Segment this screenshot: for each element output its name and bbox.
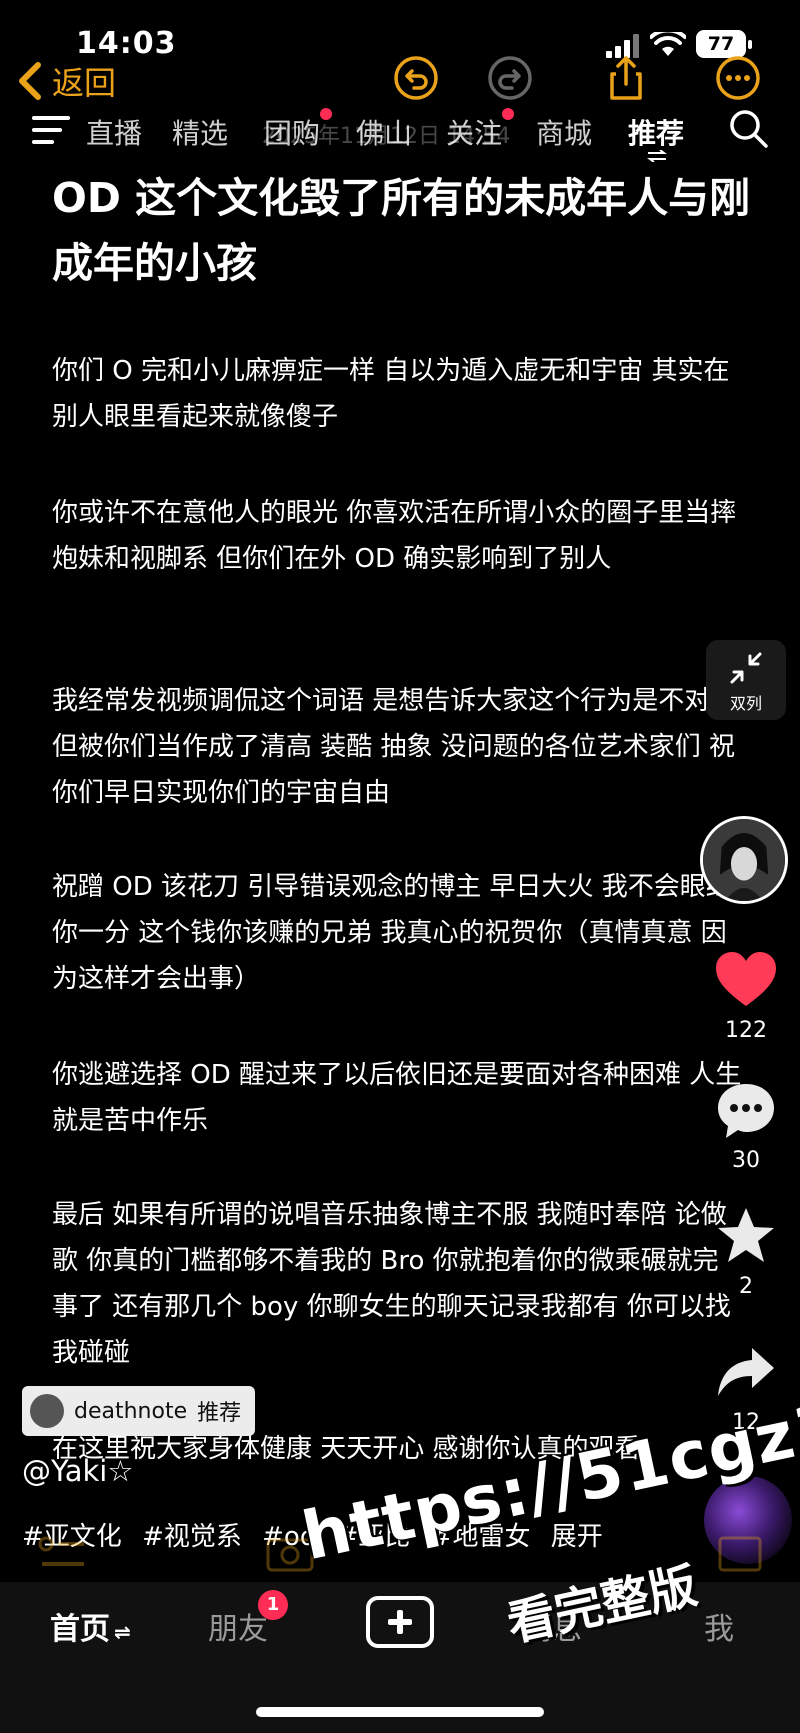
back-button[interactable]: 返回 [16,58,116,104]
post-paragraph: 你或许不在意他人的眼光 你喜欢活在所谓小众的圈子里当摔炮妹和视脚系 但你们在外 … [52,498,737,574]
tab-active-indicator [647,150,667,162]
undo-icon[interactable] [392,54,440,102]
post-paragraph: 祝蹭 OD 该花刀 引导错误观念的博主 早日大火 我不会眼红你一分 这个钱你该赚… [52,872,732,994]
search-icon[interactable] [726,106,770,150]
post-paragraph: 最后 如果有所谓的说唱音乐抽象博主不服 我随时奉陪 论做歌 你真的门槛都够不着我… [52,1200,731,1368]
post-title: OD 这个文化毁了所有的未成年人与刚成年的小孩 [52,174,751,287]
back-label: 返回 [52,64,117,102]
music-tag[interactable]: deathnote 推荐 [22,1386,256,1436]
comment-count: 30 [732,1148,760,1173]
share-arrow-icon [718,1348,774,1396]
double-column-button[interactable]: 双列 [706,640,786,720]
comment-icon [718,1084,774,1138]
collapse-arrows-icon [730,652,762,684]
ghost-edit-icon [718,1536,762,1572]
tab-recommend[interactable]: 推荐 [628,112,684,152]
favorite-button[interactable]: 2 [700,1204,792,1299]
menu-icon[interactable] [32,114,72,146]
expand-link[interactable]: 展开 [551,1522,603,1552]
double-column-label: 双列 [729,694,762,713]
music-avatar [30,1394,64,1428]
music-recommend-label: 推荐 [197,1401,242,1426]
like-count: 122 [725,1018,767,1043]
hashtag[interactable]: #视觉系 [142,1522,242,1552]
author-avatar[interactable] [700,816,788,904]
tab-live[interactable]: 直播 [86,112,142,152]
avatar-image [703,819,785,901]
post-paragraph: 你逃避选择 OD 醒过来了以后依旧还是要面对各种困难 人生就是苦中作乐 [52,1060,742,1136]
music-name: deathnote [74,1398,188,1424]
author-name[interactable]: @Yaki☆ [22,1454,133,1488]
nav-friends[interactable]: 朋友 1 [208,1590,288,1648]
post-paragraph: 我经常发视频调侃这个词语 是想告诉大家这个行为是不对的 但被你们当作成了清高 装… [52,686,737,808]
create-post-button[interactable] [366,1596,434,1648]
friends-badge: 1 [258,1590,288,1620]
redo-icon[interactable] [486,54,534,102]
post-date-overlay: 2025年11月12日 14:54 [262,124,511,149]
comment-button[interactable]: 30 [700,1078,792,1173]
star-icon [718,1208,774,1262]
chevron-left-icon [19,62,41,100]
tab-featured[interactable]: 精选 [172,112,228,152]
home-indicator[interactable] [256,1707,544,1717]
ghost-list-icon [38,1536,84,1566]
nav-home[interactable]: 首页 ⇌ [50,1604,131,1648]
more-options-icon[interactable] [714,54,762,102]
share-out-icon[interactable] [602,54,650,102]
like-button[interactable]: 122 [700,948,792,1043]
heart-icon [716,952,776,1006]
tab-mall[interactable]: 商城 [536,112,592,152]
nav-me[interactable]: 我 [704,1604,734,1648]
post-paragraph: 你们 O 完和小儿麻痹症一样 自以为遁入虚无和宇宙 其实在别人眼里看起来就像傻子 [52,356,730,432]
favorite-count: 2 [739,1274,753,1299]
